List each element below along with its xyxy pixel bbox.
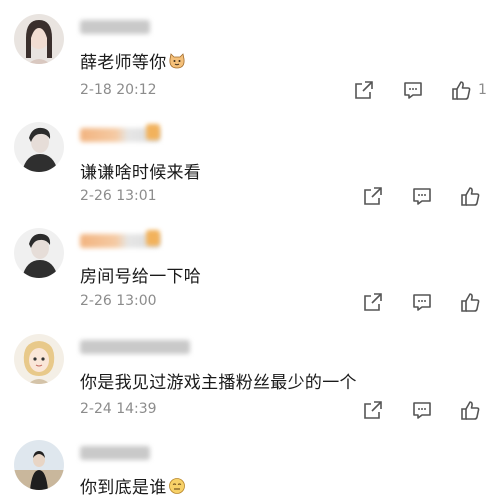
share-icon	[364, 293, 382, 311]
reply-button[interactable]	[411, 399, 433, 421]
timestamp: 2-26 13:00	[80, 293, 157, 309]
comment-text: 房间号给一下哈	[80, 267, 202, 287]
comment-item: 你到底是谁	[0, 440, 500, 502]
avatar[interactable]	[14, 228, 64, 278]
comment-item: 薛老师等你 2-18 20:12 1	[0, 14, 500, 104]
username[interactable]	[80, 20, 150, 34]
thumbs-up-icon	[461, 187, 480, 206]
comment-icon	[413, 402, 431, 419]
reply-button[interactable]	[411, 185, 433, 207]
timestamp: 2-26 13:01	[80, 188, 157, 204]
share-button[interactable]	[362, 291, 384, 313]
comment-item: 房间号给一下哈 2-26 13:00	[0, 228, 500, 318]
face-icon	[168, 477, 186, 500]
thumbs-up-icon	[461, 293, 480, 312]
comment-text: 薛老师等你	[80, 48, 186, 75]
comment-text: 你是我见过游戏主播粉丝最少的一个	[80, 373, 357, 393]
share-icon	[355, 81, 373, 99]
comment-item: 谦谦啥时候来看 2-26 13:01	[0, 122, 500, 212]
fan-badge	[146, 124, 160, 140]
avatar[interactable]	[14, 334, 64, 384]
avatar[interactable]	[14, 440, 64, 490]
share-button[interactable]	[353, 79, 375, 101]
comment-text: 谦谦啥时候来看	[80, 163, 202, 183]
thumbs-up-icon	[452, 81, 471, 100]
avatar[interactable]	[14, 14, 64, 64]
like-button[interactable]	[450, 79, 472, 101]
like-button[interactable]	[459, 399, 481, 421]
fan-badge	[146, 230, 160, 246]
share-button[interactable]	[362, 399, 384, 421]
reply-button[interactable]	[411, 291, 433, 313]
share-icon	[364, 187, 382, 205]
comment-icon	[413, 294, 431, 311]
comment-icon	[413, 188, 431, 205]
like-count: 1	[478, 82, 487, 98]
cat-face-icon	[168, 52, 186, 75]
timestamp: 2-24 14:39	[80, 401, 157, 417]
avatar[interactable]	[14, 122, 64, 172]
comment-text: 你到底是谁	[80, 473, 186, 500]
like-button[interactable]	[459, 185, 481, 207]
thumbs-up-icon	[461, 401, 480, 420]
like-button[interactable]	[459, 291, 481, 313]
comment-icon	[404, 82, 422, 99]
username[interactable]	[80, 340, 190, 354]
share-icon	[364, 401, 382, 419]
comment-item: 你是我见过游戏主播粉丝最少的一个 2-24 14:39	[0, 334, 500, 424]
timestamp: 2-18 20:12	[80, 82, 157, 98]
username[interactable]	[80, 446, 150, 460]
reply-button[interactable]	[402, 79, 424, 101]
share-button[interactable]	[362, 185, 384, 207]
